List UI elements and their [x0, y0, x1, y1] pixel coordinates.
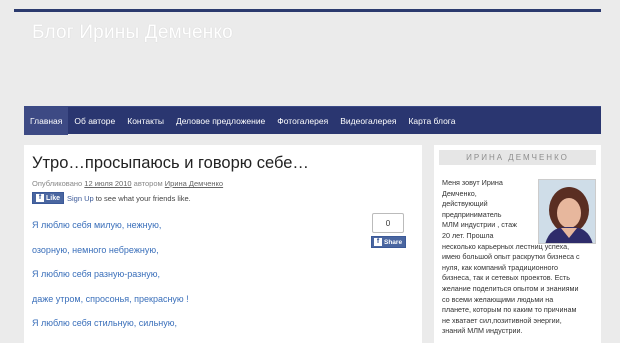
poem-line: Я люблю себя разную-разную,	[32, 269, 160, 279]
facebook-icon: f	[36, 194, 44, 202]
header-divider	[14, 9, 601, 12]
post-meta: Опубликовано 12 июля 2010 автором Ирина …	[32, 179, 223, 188]
meta-author-prefix: автором	[133, 179, 163, 188]
nav-item-home[interactable]: Главная	[24, 106, 69, 135]
post-author-link[interactable]: Ирина Демченко	[165, 179, 223, 188]
share-label: Share	[384, 238, 403, 246]
nav-item-sitemap[interactable]: Карта блога	[402, 107, 461, 135]
bio-line: имею большой опыт раскрутки бизнеса с	[442, 252, 580, 262]
post-title[interactable]: Утро…просыпаюсь и говорю себе…	[32, 154, 309, 173]
post-date-link[interactable]: 12 июля 2010	[84, 179, 131, 188]
facebook-like-button[interactable]: f Like	[32, 192, 65, 204]
bio-line: знаний МЛМ индустрии.	[442, 326, 523, 336]
bio-line: предприниматель	[442, 209, 502, 219]
poem-line: Я люблю себя стильную, сильную,	[32, 318, 177, 328]
bio-line: 20 лет. Прошла	[442, 230, 494, 240]
post-content: Я люблю себя милую, нежную, озорную, нем…	[32, 213, 189, 336]
poem-line: озорную, немного небрежную,	[32, 244, 159, 255]
facebook-icon: f	[374, 238, 382, 246]
bio-line: Демченко,	[442, 188, 477, 198]
nav-item-video[interactable]: Видеогалерея	[334, 107, 402, 135]
bio-line: МЛМ индустрии , стаж	[442, 220, 517, 230]
facebook-like-label: Like	[46, 194, 61, 202]
nav-item-photo[interactable]: Фотогалерея	[271, 107, 334, 135]
facebook-signup-link[interactable]: Sign Up	[67, 194, 94, 203]
meta-prefix: Опубликовано	[32, 179, 83, 188]
facebook-share-button[interactable]: f Share	[371, 236, 406, 248]
facebook-friends-text: to see what your friends like.	[95, 193, 191, 203]
facebook-like-row: f Like Sign Up to see what your friends …	[32, 192, 191, 204]
facebook-share-widget: 0 f Share	[371, 213, 406, 253]
post-article: Утро…просыпаюсь и говорю себе… Опубликов…	[24, 145, 422, 343]
bio-line: Меня зовут Ирина	[442, 178, 503, 187]
nav-item-contacts[interactable]: Контакты	[121, 107, 170, 135]
author-bio: Меня зовут Ирина Демченко, действующий п…	[442, 178, 594, 337]
bio-line: со всеми желающими людьми на	[442, 294, 554, 304]
share-count: 0	[372, 213, 404, 233]
site-title[interactable]: Блог Ирины Демченко	[32, 22, 233, 44]
bio-line: не хватает сил,позитивной энергии,	[442, 315, 562, 325]
bio-line: нуля, как компаний традиционного	[442, 262, 558, 272]
bio-line: желание поделиться опытом и знаниями	[442, 283, 579, 293]
author-sidebar: ИРИНА ДЕМЧЕНКО Меня зовут Ирина Демченко…	[434, 145, 601, 343]
bio-line: несколько карьерных лестниц успеха,	[442, 241, 570, 251]
nav-item-about[interactable]: Об авторе	[68, 107, 121, 135]
main-nav: Главная Об авторе Контакты Деловое предл…	[24, 106, 601, 135]
nav-item-business[interactable]: Деловое предложение	[170, 107, 271, 135]
poem-line: даже утром, спросонья, прекрасную !	[32, 293, 189, 304]
bio-line: действующий	[442, 199, 488, 209]
sidebar-heading: ИРИНА ДЕМЧЕНКО	[439, 150, 596, 165]
bio-line: планете, которым по каким то причинам	[442, 305, 577, 315]
bio-line: бизнеса, так и сетевых проектов. Есть	[442, 273, 570, 283]
poem-line: Я люблю себя милую, нежную,	[32, 220, 162, 230]
